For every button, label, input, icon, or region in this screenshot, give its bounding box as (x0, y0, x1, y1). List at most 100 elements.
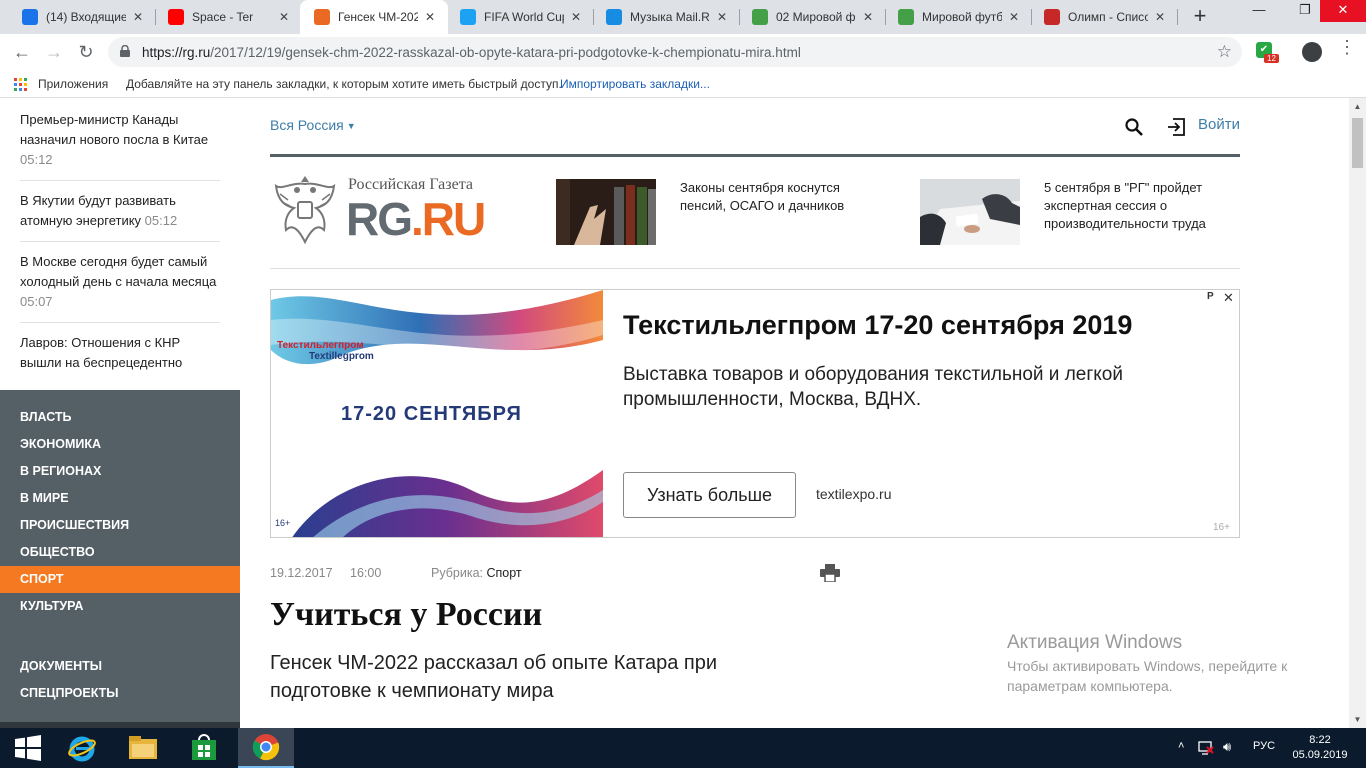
news-time: 05:12 (144, 213, 178, 228)
login-link[interactable]: Войти (1198, 116, 1240, 133)
lock-icon[interactable] (120, 45, 130, 57)
tab-close-icon[interactable]: ✕ (1152, 10, 1168, 24)
rubric-regions[interactable]: В регионах (0, 458, 240, 485)
scroll-up-icon[interactable]: ▲ (1349, 98, 1366, 115)
menu-icon[interactable]: ⋮ (1338, 38, 1356, 56)
tab-close-icon[interactable]: ✕ (422, 10, 438, 24)
close-window-button[interactable]: ✕ (1320, 0, 1366, 22)
rubric-world[interactable]: В мире (0, 485, 240, 512)
rubric-vlast[interactable]: Власть (0, 404, 240, 431)
news-text[interactable]: Лавров: Отношения с КНР вышли на беспрец… (20, 335, 182, 370)
login-icon[interactable] (1167, 117, 1187, 137)
new-tab-button[interactable]: + (1188, 4, 1212, 28)
page-scrollbar[interactable]: ▲ ▼ (1349, 98, 1366, 728)
tab-close-icon[interactable]: ✕ (860, 10, 876, 24)
promo-link[interactable]: Законы сентября коснутся пенсий, ОСАГО и… (680, 179, 880, 215)
apps-grid-icon[interactable] (14, 78, 27, 91)
clock-time: 8:22 (1309, 734, 1331, 746)
store-taskbar-button[interactable] (176, 728, 232, 768)
ad-domain[interactable]: textilexpo.ru (816, 486, 891, 502)
tab-close-icon[interactable]: ✕ (714, 10, 730, 24)
rubric-culture[interactable]: Культура (0, 593, 240, 620)
rubric-incidents[interactable]: Происшествия (0, 512, 240, 539)
article-rubric: Рубрика: Спорт (431, 566, 522, 580)
ie-taskbar-button[interactable] (54, 728, 110, 768)
volume-icon[interactable]: 🔊︎ (1223, 739, 1231, 755)
chrome-taskbar-button[interactable] (238, 728, 294, 768)
ad-brand-line2: Textillegprom (309, 351, 374, 362)
clock-date: 05.09.2019 (1292, 749, 1348, 761)
ad-brand-line1: Текстильлегпром (277, 340, 364, 351)
promo-image[interactable] (556, 179, 656, 245)
rubric-economy[interactable]: Экономика (0, 431, 240, 458)
minimize-button[interactable]: — (1244, 0, 1274, 22)
reload-button[interactable]: ↻ (74, 40, 98, 64)
ad-close-icon[interactable]: ✕ (1223, 290, 1234, 306)
search-icon[interactable] (1125, 118, 1143, 136)
start-button[interactable] (0, 728, 56, 768)
tab-strip: (14) Входящие ✕ Space - Ter ✕ Генсек ЧМ-202 ✕… (0, 0, 1366, 34)
browser-tab[interactable]: (14) Входящие ✕ (8, 0, 156, 34)
browser-tab[interactable]: Генсек ЧМ-202 ✕ (300, 0, 448, 34)
ad-age-label: 16+ (1213, 522, 1230, 533)
browser-tab[interactable]: Space - Ter ✕ (154, 0, 302, 34)
system-clock[interactable]: 8:22 05.09.2019 (1290, 733, 1350, 763)
bookmarks-bar: Приложения Добавляйте на эту панель закл… (0, 70, 1366, 98)
url-text[interactable]: https://rg.ru/2017/12/19/gensek-chm-2022… (142, 45, 801, 60)
extension-badge: 12 (1264, 54, 1279, 63)
tab-close-icon[interactable]: ✕ (276, 10, 292, 24)
ad-marker[interactable]: Р (1207, 291, 1214, 302)
news-item[interactable]: В Москве сегодня будет самый холодный де… (20, 252, 220, 312)
scroll-down-icon[interactable]: ▼ (1349, 711, 1366, 728)
rubric-society[interactable]: Общество (0, 539, 240, 566)
restore-button[interactable]: ❐ (1290, 0, 1320, 22)
region-selector[interactable]: Вся Россия ▼ (270, 117, 356, 133)
site-logo[interactable]: Российская Газета RG.RU (270, 172, 495, 252)
news-time: 05:12 (20, 152, 53, 167)
forward-button[interactable]: → (42, 40, 66, 64)
rubric-link[interactable]: Спорт (486, 566, 521, 580)
news-text[interactable]: В Москве сегодня будет самый холодный де… (20, 254, 216, 289)
apps-link[interactable]: Приложения (38, 77, 108, 91)
news-item[interactable]: Лавров: Отношения с КНР вышли на беспрец… (20, 333, 220, 373)
network-icon[interactable] (1198, 741, 1214, 755)
browser-tab[interactable]: Олимп - Списо ✕ (1030, 0, 1178, 34)
ad-title[interactable]: Текстильлегпром 17-20 сентября 2019 (623, 310, 1132, 341)
logo-rgru: RG.RU (346, 192, 486, 246)
news-feed: Премьер-министр Канады назначил нового п… (0, 98, 240, 390)
region-label[interactable]: Вся Россия (270, 117, 344, 133)
ad-cta-button[interactable]: Узнать больше (623, 472, 796, 518)
profile-avatar[interactable] (1302, 42, 1322, 62)
promo-image[interactable] (920, 179, 1020, 245)
ad-banner[interactable]: Текстильлегпром Textillegprom 17-20 СЕНТЯ… (270, 289, 1240, 538)
back-button[interactable]: ← (10, 40, 34, 64)
browser-toolbar: ← → ↻ https://rg.ru/2017/12/19/gensek-ch… (0, 34, 1366, 70)
article-date: 19.12.2017 (270, 566, 333, 580)
tab-title: Space - Ter (192, 10, 254, 24)
browser-tab[interactable]: 02 Мировой ф ✕ (738, 0, 886, 34)
news-text[interactable]: Премьер-министр Канады назначил нового п… (20, 112, 208, 147)
news-item[interactable]: В Якутии будут развивать атомную энергет… (20, 191, 220, 231)
print-icon[interactable] (820, 564, 840, 582)
scroll-thumb[interactable] (1352, 118, 1363, 168)
input-language[interactable]: РУС (1253, 740, 1275, 752)
news-item[interactable]: Премьер-министр Канады назначил нового п… (20, 110, 220, 170)
promo-link[interactable]: 5 сентября в "РГ" пройдет экспертная сес… (1044, 179, 1234, 233)
header-rule (270, 154, 1240, 157)
tab-close-icon[interactable]: ✕ (568, 10, 584, 24)
tab-close-icon[interactable]: ✕ (1006, 10, 1022, 24)
ad-description[interactable]: Выставка товаров и оборудования текстиль… (623, 362, 1183, 412)
browser-tab[interactable]: Музыка Mail.R ✕ (592, 0, 740, 34)
rubric-documents[interactable]: Документы (0, 653, 240, 680)
tray-expand-icon[interactable]: ˄ (1178, 740, 1184, 752)
at-icon (22, 9, 38, 25)
tab-close-icon[interactable]: ✕ (130, 10, 146, 24)
rubric-special-projects[interactable]: Спецпроекты (0, 680, 240, 707)
browser-tab[interactable]: Мировой футб ✕ (884, 0, 1032, 34)
rubric-sport[interactable]: Спорт (0, 566, 240, 593)
address-bar[interactable]: https://rg.ru/2017/12/19/gensek-chm-2022… (108, 37, 1242, 67)
explorer-taskbar-button[interactable] (115, 728, 171, 768)
bookmark-star-icon[interactable]: ☆ (1217, 42, 1232, 62)
import-bookmarks-link[interactable]: Импортировать закладки... (560, 77, 710, 91)
browser-tab[interactable]: FIFA World Cup ✕ (446, 0, 594, 34)
